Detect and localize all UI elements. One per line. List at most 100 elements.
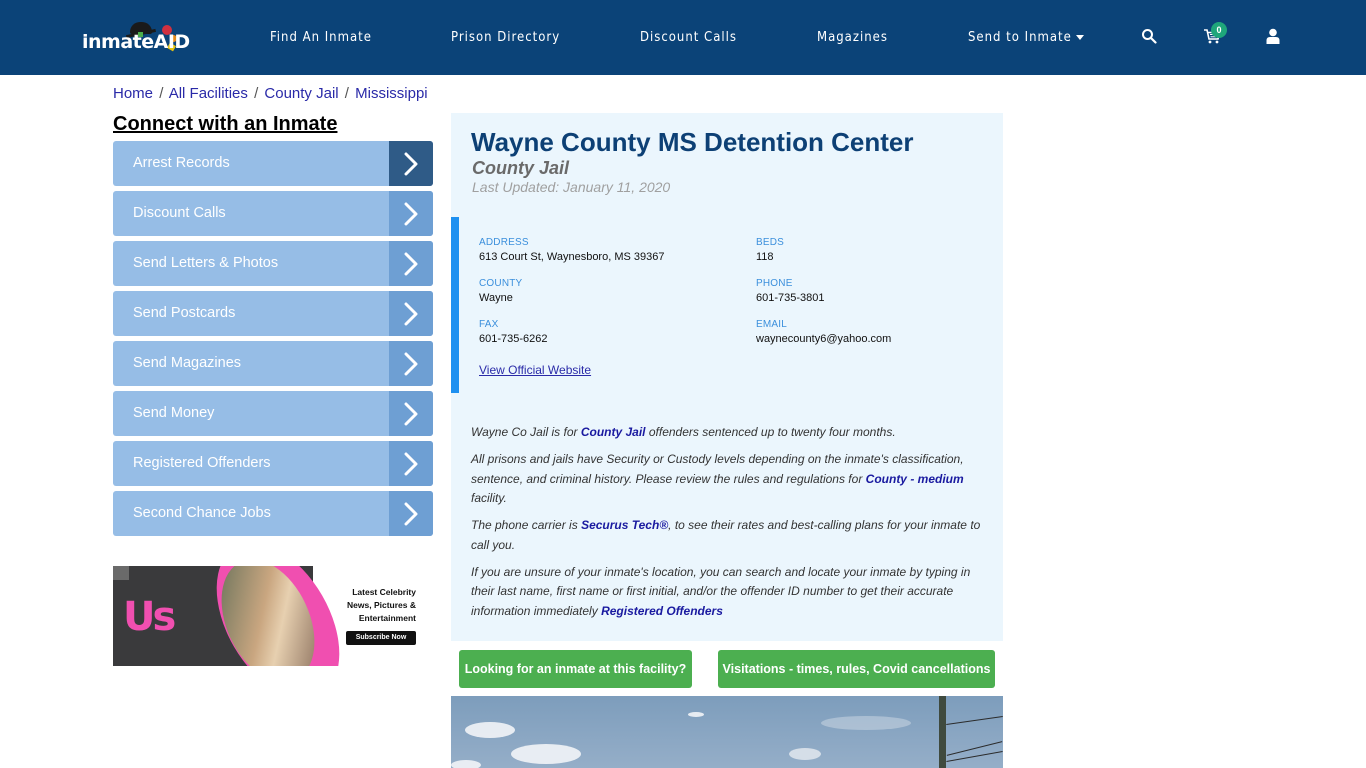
last-updated: Last Updated: January 11, 2020	[472, 179, 671, 195]
phone-field: PHONE 601-735-3801	[756, 278, 825, 304]
address-field: ADDRESS 613 Court St, Waynesboro, MS 393…	[479, 237, 664, 263]
county-medium-link[interactable]: County - medium	[866, 472, 964, 486]
securus-tech-link[interactable]: Securus Tech®	[581, 518, 668, 532]
ad-corner-square	[113, 566, 129, 580]
county-jail-link[interactable]: County Jail	[581, 425, 646, 439]
nav-send-to-inmate-label: Send to Inmate	[968, 30, 1072, 45]
description-paragraph: If you are unsure of your inmate's locat…	[471, 563, 986, 622]
fax-label: FAX	[479, 319, 499, 330]
nav-magazines[interactable]: Magazines	[817, 30, 888, 45]
facility-description: Wayne Co Jail is for County Jail offende…	[471, 423, 986, 629]
email-field: EMAIL waynecounty6@yahoo.com	[756, 319, 891, 345]
photo-utility-pole	[939, 696, 946, 768]
sidebar-title: Connect with an Inmate	[113, 113, 338, 135]
sidebar-item-label: Send Letters & Photos	[133, 255, 279, 271]
sidebar-item-send-letters-photos[interactable]: Send Letters & Photos	[113, 241, 433, 286]
description-text: offenders sentenced up to twenty four mo…	[645, 425, 896, 439]
facility-card: Wayne County MS Detention Center County …	[451, 113, 1003, 641]
nav-find-an-inmate[interactable]: Find An Inmate	[270, 30, 372, 45]
nav-discount-calls[interactable]: Discount Calls	[640, 30, 737, 45]
ad-subscribe-button[interactable]: Subscribe Now	[346, 631, 416, 645]
registered-offenders-link[interactable]: Registered Offenders	[601, 604, 723, 618]
facility-info-block: ADDRESS 613 Court St, Waynesboro, MS 393…	[451, 217, 1003, 393]
facility-photo	[451, 696, 1003, 768]
phone-value: 601-735-3801	[756, 292, 825, 304]
county-label: COUNTY	[479, 278, 523, 289]
view-official-website-link[interactable]: View Official Website	[479, 363, 591, 377]
chevron-right-icon	[389, 341, 433, 386]
sidebar-item-label: Second Chance Jobs	[133, 505, 271, 521]
sidebar-item-arrest-records[interactable]: Arrest Records	[113, 141, 433, 186]
photo-cloud	[821, 716, 911, 730]
photo-cloud	[451, 760, 481, 768]
photo-cloud	[789, 748, 821, 760]
county-value: Wayne	[479, 292, 513, 304]
sidebar-item-label: Send Money	[133, 405, 215, 421]
facility-title: Wayne County MS Detention Center	[471, 127, 914, 157]
photo-wire	[946, 741, 1003, 756]
chevron-right-icon	[389, 191, 433, 236]
chevron-right-icon	[389, 241, 433, 286]
email-label: EMAIL	[756, 319, 788, 330]
beds-label: BEDS	[756, 237, 785, 248]
chevron-right-icon	[389, 441, 433, 486]
photo-cloud	[511, 744, 581, 764]
info-accent-bar	[451, 217, 459, 393]
description-paragraph: Wayne Co Jail is for County Jail offende…	[471, 423, 986, 443]
visitations-button[interactable]: Visitations - times, rules, Covid cancel…	[718, 650, 995, 688]
county-field: COUNTY Wayne	[479, 278, 522, 304]
email-value: waynecounty6@yahoo.com	[756, 333, 892, 345]
fax-field: FAX 601-735-6262	[479, 319, 548, 345]
ad-headline-line: Entertainment	[358, 613, 416, 623]
fax-value: 601-735-6262	[479, 333, 548, 345]
facility-type: County Jail	[472, 158, 570, 178]
caret-down-icon	[1075, 35, 1084, 40]
breadcrumb-mississippi[interactable]: Mississippi	[355, 85, 428, 102]
sidebar-item-send-money[interactable]: Send Money	[113, 391, 433, 436]
sidebar-item-label: Arrest Records	[133, 155, 230, 171]
us-weekly-ad-banner[interactable]: Us Latest Celebrity News, Pictures & Ent…	[113, 566, 433, 666]
sidebar-item-label: Registered Offenders	[133, 455, 271, 471]
us-weekly-logo: Us	[123, 594, 176, 640]
search-icon[interactable]	[1141, 28, 1157, 44]
chevron-right-icon	[389, 391, 433, 436]
sidebar-menu: Arrest Records Discount Calls Send Lette…	[113, 141, 433, 541]
ad-headline-line: Latest Celebrity	[352, 587, 416, 597]
description-paragraph: All prisons and jails have Security or C…	[471, 450, 986, 509]
sidebar-item-discount-calls[interactable]: Discount Calls	[113, 191, 433, 236]
breadcrumb-all-facilities[interactable]: All Facilities	[169, 85, 248, 102]
cart-count-badge: 0	[1211, 22, 1227, 38]
address-value: 613 Court St, Waynesboro, MS 39367	[479, 251, 665, 263]
find-inmate-at-facility-button[interactable]: Looking for an inmate at this facility?	[459, 650, 692, 688]
nav-prison-directory[interactable]: Prison Directory	[451, 30, 560, 45]
chevron-right-icon	[389, 291, 433, 336]
user-icon[interactable]	[1266, 28, 1280, 44]
sidebar-item-send-magazines[interactable]: Send Magazines	[113, 341, 433, 386]
logo-text: inmateAID	[82, 31, 190, 53]
breadcrumb-separator: /	[159, 85, 164, 102]
description-text: facility.	[471, 491, 507, 505]
breadcrumb-separator: /	[344, 85, 349, 102]
breadcrumb-home[interactable]: Home	[113, 85, 153, 102]
description-paragraph: The phone carrier is Securus Tech®, to s…	[471, 516, 986, 555]
beds-field: BEDS 118	[756, 237, 784, 263]
chevron-right-icon	[389, 491, 433, 536]
breadcrumb-county-jail[interactable]: County Jail	[264, 85, 338, 102]
nav-send-to-inmate[interactable]: Send to Inmate	[968, 30, 1084, 45]
chevron-right-icon	[389, 141, 433, 186]
sidebar-item-send-postcards[interactable]: Send Postcards	[113, 291, 433, 336]
inmateaid-logo[interactable]: inmateAID	[82, 22, 190, 54]
description-text: The phone carrier is	[471, 518, 582, 532]
photo-wire	[946, 716, 1003, 725]
sidebar-item-registered-offenders[interactable]: Registered Offenders	[113, 441, 433, 486]
sidebar-item-label: Send Magazines	[133, 355, 242, 371]
sidebar-item-label: Discount Calls	[133, 205, 226, 221]
top-navbar: inmateAID Find An Inmate Prison Director…	[0, 0, 1366, 75]
address-label: ADDRESS	[479, 237, 529, 248]
phone-label: PHONE	[756, 278, 793, 289]
breadcrumb: Home / All Facilities / County Jail / Mi…	[113, 85, 428, 102]
breadcrumb-separator: /	[254, 85, 259, 102]
sidebar-item-label: Send Postcards	[133, 305, 236, 321]
photo-cloud	[688, 712, 704, 717]
sidebar-item-second-chance-jobs[interactable]: Second Chance Jobs	[113, 491, 433, 536]
